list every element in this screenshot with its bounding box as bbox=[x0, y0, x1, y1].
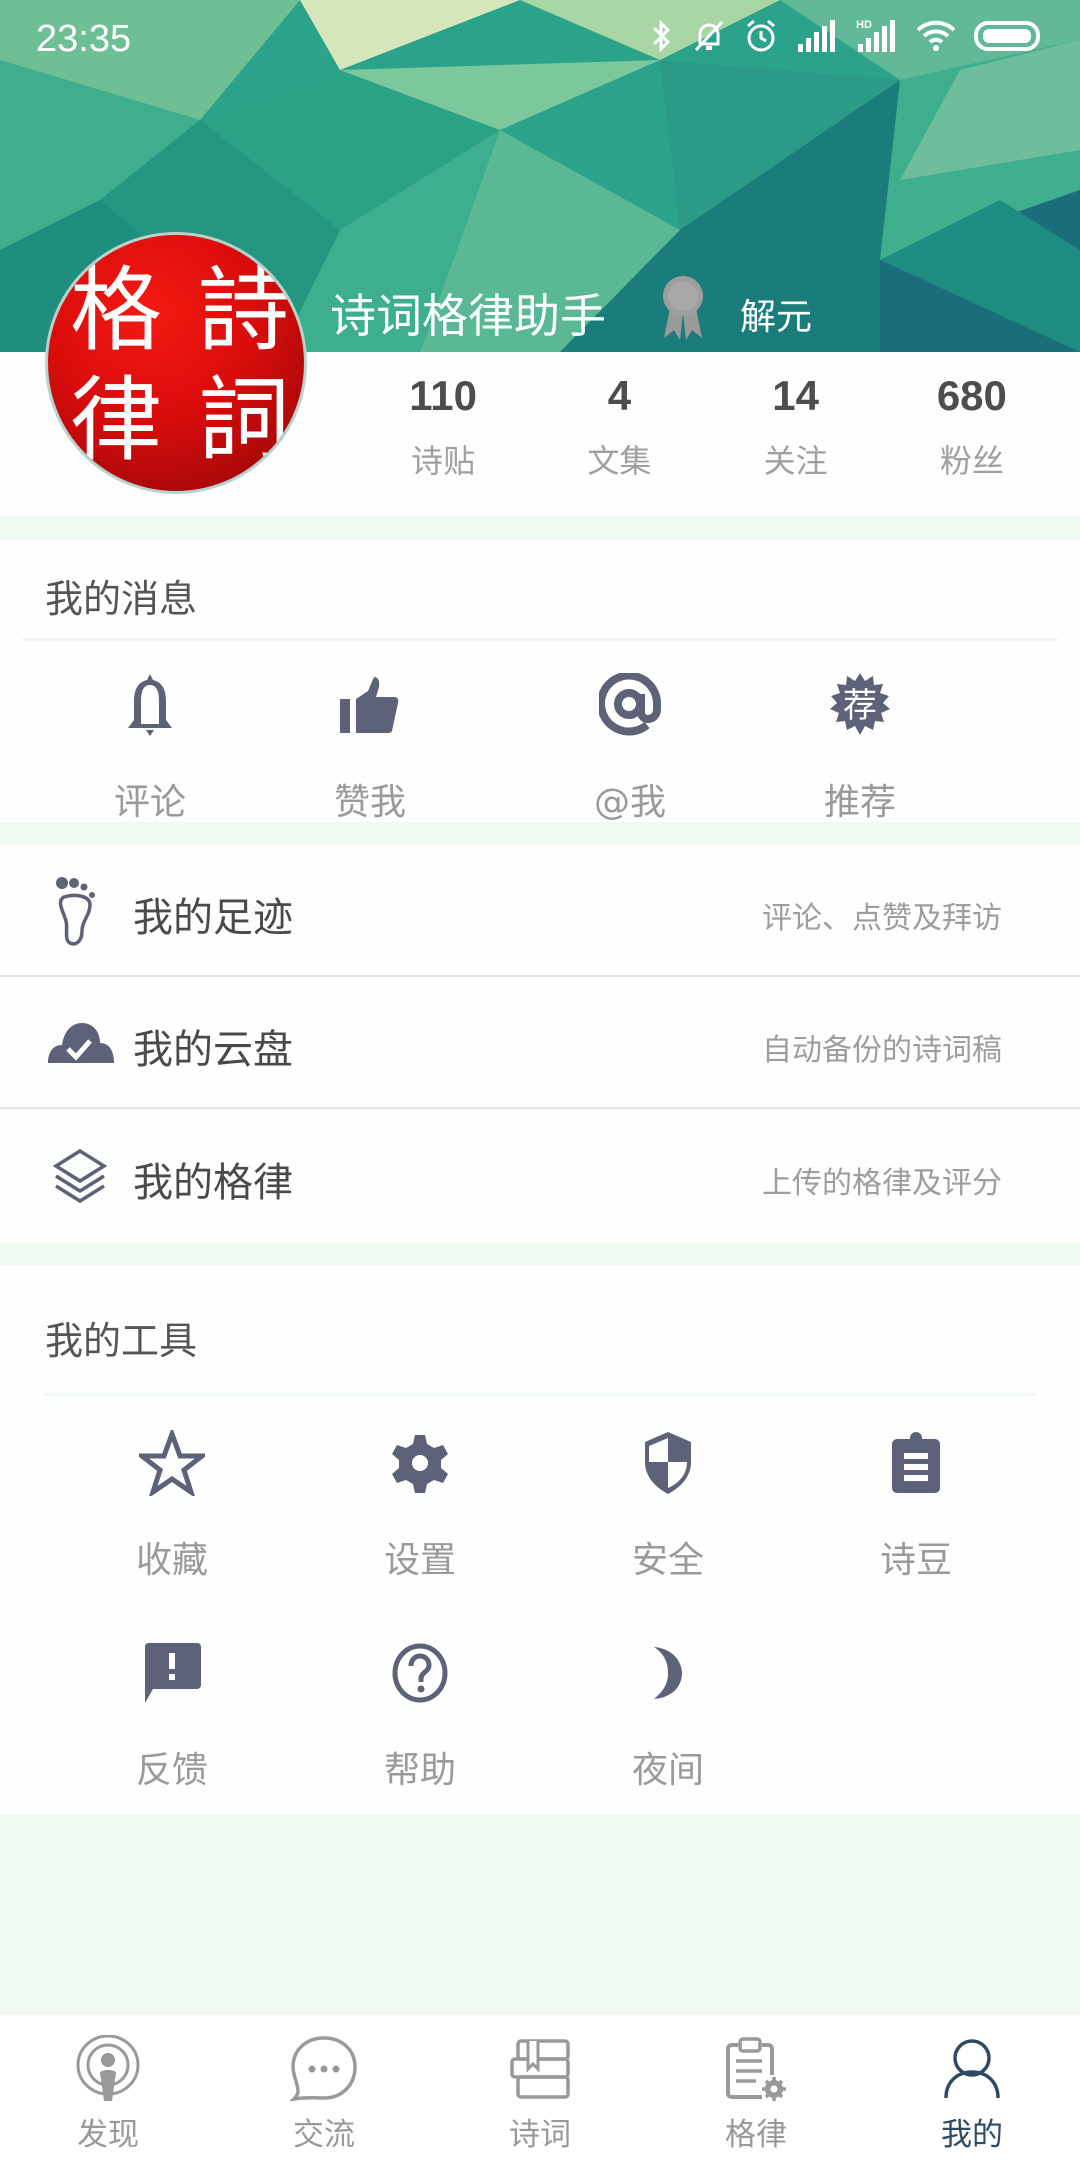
message-label: @我 bbox=[593, 782, 666, 823]
chat-bubble-icon bbox=[216, 2033, 432, 2105]
tool-settings[interactable]: 设置 bbox=[296, 1423, 544, 1583]
tool-night-mode[interactable]: 夜间 bbox=[544, 1633, 792, 1793]
tool-label: 夜间 bbox=[631, 1750, 704, 1791]
stat-following[interactable]: 14 关注 bbox=[708, 372, 884, 482]
recommend-badge-icon: 荐 bbox=[750, 665, 970, 745]
tool-label: 反馈 bbox=[135, 1750, 208, 1791]
nav-gelv[interactable]: 格律 bbox=[648, 2015, 864, 2160]
stat-value: 4 bbox=[607, 372, 632, 419]
avatar-char: 格 bbox=[70, 257, 163, 364]
message-recommend[interactable]: 荐 推荐 bbox=[750, 665, 970, 825]
nav-me[interactable]: 我的 bbox=[864, 2015, 1080, 2160]
tool-shidou[interactable]: 诗豆 bbox=[792, 1423, 1040, 1583]
avatar-char: 詩 bbox=[198, 257, 291, 364]
message-likes[interactable]: 赞我 bbox=[260, 665, 480, 825]
stat-value: 110 bbox=[409, 372, 477, 419]
hd-signal-icon: HD bbox=[854, 18, 898, 54]
stat-label: 粉丝 bbox=[939, 442, 1004, 480]
help-icon bbox=[296, 1633, 544, 1713]
svg-text:荐: 荐 bbox=[843, 686, 877, 726]
signal-icon bbox=[796, 18, 836, 54]
feedback-icon bbox=[48, 1633, 296, 1713]
list-title: 我的云盘 bbox=[133, 1027, 293, 1073]
list-item-cloud[interactable]: 我的云盘 自动备份的诗词稿 bbox=[0, 977, 1080, 1109]
list-desc: 自动备份的诗词稿 bbox=[762, 1033, 1002, 1068]
user-icon bbox=[864, 2033, 1080, 2105]
tool-label: 安全 bbox=[631, 1540, 704, 1581]
avatar-char: 詞 bbox=[198, 367, 291, 474]
tools-section: 我的工具 收藏 设置 安全 诗豆 反馈 帮助 夜间 bbox=[0, 1265, 1080, 1815]
list-title: 我的足迹 bbox=[133, 895, 293, 941]
bluetooth-icon bbox=[650, 18, 674, 54]
list-title: 我的格律 bbox=[133, 1160, 293, 1206]
tool-label: 设置 bbox=[383, 1540, 456, 1581]
stat-collections[interactable]: 4 文集 bbox=[531, 372, 707, 482]
tool-favorites[interactable]: 收藏 bbox=[48, 1423, 296, 1583]
tool-label: 帮助 bbox=[383, 1750, 456, 1791]
nav-label: 交流 bbox=[293, 2117, 355, 2153]
moon-icon bbox=[544, 1633, 792, 1713]
message-mentions[interactable]: @我 bbox=[480, 665, 780, 825]
star-icon bbox=[48, 1423, 296, 1503]
nav-label: 发现 bbox=[77, 2117, 139, 2153]
clipboard-icon bbox=[792, 1423, 1040, 1503]
footprint-icon bbox=[45, 875, 115, 947]
podcast-icon bbox=[0, 2033, 216, 2105]
clipboard-gear-icon bbox=[648, 2033, 864, 2105]
avatar[interactable]: 詩 格 詞 律 bbox=[45, 232, 307, 494]
message-label: 赞我 bbox=[333, 782, 406, 823]
tool-label: 收藏 bbox=[135, 1540, 208, 1581]
nav-label: 我的 bbox=[941, 2117, 1003, 2153]
messages-section: 我的消息 评论 赞我 @我 荐 推荐 bbox=[0, 540, 1080, 825]
nav-discover[interactable]: 发现 bbox=[0, 2015, 216, 2160]
stat-label: 诗贴 bbox=[411, 442, 476, 480]
bottom-nav: 发现 交流 诗词 格律 我的 bbox=[0, 2015, 1080, 2160]
divider bbox=[22, 638, 1058, 641]
gear-icon bbox=[296, 1423, 544, 1503]
section-title: 我的消息 bbox=[45, 577, 198, 621]
battery-icon bbox=[974, 18, 1044, 54]
list-item-gelv[interactable]: 我的格律 上传的格律及评分 bbox=[0, 1110, 1080, 1243]
tool-feedback[interactable]: 反馈 bbox=[48, 1633, 296, 1793]
alarm-icon bbox=[744, 18, 778, 54]
list-item-footprint[interactable]: 我的足迹 评论、点赞及拜访 bbox=[0, 845, 1080, 977]
stat-value: 680 bbox=[936, 372, 1007, 419]
stat-label: 关注 bbox=[763, 442, 828, 480]
divider bbox=[45, 1393, 1035, 1396]
mute-icon bbox=[692, 18, 726, 54]
bell-icon bbox=[0, 665, 300, 745]
avatar-char: 律 bbox=[70, 367, 163, 474]
message-label: 评论 bbox=[113, 782, 186, 823]
stat-posts[interactable]: 110 诗贴 bbox=[355, 372, 531, 482]
layers-icon bbox=[45, 1140, 115, 1212]
stats-row: 110 诗贴 4 文集 14 关注 680 粉丝 bbox=[355, 372, 1060, 482]
rank-label: 解元 bbox=[740, 297, 813, 338]
tool-label: 诗豆 bbox=[879, 1540, 952, 1581]
wifi-icon bbox=[916, 18, 956, 54]
tool-help[interactable]: 帮助 bbox=[296, 1633, 544, 1793]
thumbs-up-icon bbox=[260, 665, 480, 745]
cloud-check-icon bbox=[45, 1007, 115, 1079]
list-desc: 上传的格律及评分 bbox=[762, 1166, 1002, 1201]
shield-icon bbox=[544, 1423, 792, 1503]
message-comments[interactable]: 评论 bbox=[0, 665, 300, 825]
username[interactable]: 诗词格律助手 bbox=[330, 280, 606, 346]
nav-label: 格律 bbox=[725, 2117, 787, 2153]
nav-label: 诗词 bbox=[509, 2117, 571, 2153]
stat-label: 文集 bbox=[587, 442, 652, 480]
svg-text:HD: HD bbox=[856, 19, 872, 31]
nav-poems[interactable]: 诗词 bbox=[432, 2015, 648, 2160]
tool-security[interactable]: 安全 bbox=[544, 1423, 792, 1583]
message-label: 推荐 bbox=[823, 782, 896, 823]
list-desc: 评论、点赞及拜访 bbox=[762, 901, 1002, 936]
stat-followers[interactable]: 680 粉丝 bbox=[884, 372, 1060, 482]
section-title: 我的工具 bbox=[45, 1319, 198, 1363]
nav-chat[interactable]: 交流 bbox=[216, 2015, 432, 2160]
at-icon bbox=[480, 665, 780, 745]
books-icon bbox=[432, 2033, 648, 2105]
status-bar: 23:35 HD bbox=[0, 0, 1080, 80]
status-time: 23:35 bbox=[36, 18, 132, 60]
stat-value: 14 bbox=[772, 372, 819, 419]
ribbon-award-icon bbox=[660, 272, 706, 346]
